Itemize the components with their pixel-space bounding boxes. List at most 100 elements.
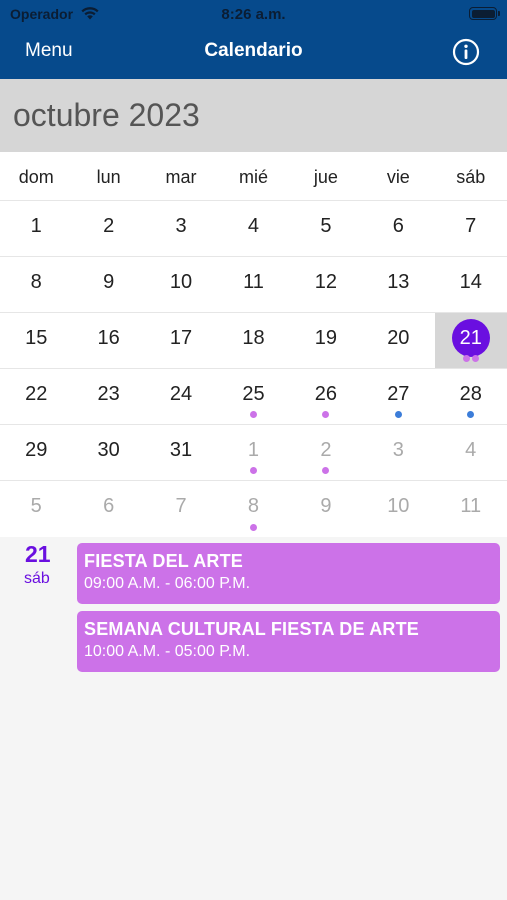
- day-number: 25: [242, 383, 265, 405]
- event-card[interactable]: FIESTA DEL ARTE 09:00 A.M. - 06:00 P.M.: [77, 543, 500, 604]
- calendar-day[interactable]: 4: [435, 425, 507, 480]
- calendar-day[interactable]: 23: [72, 369, 144, 424]
- calendar-day[interactable]: 8: [0, 257, 72, 312]
- event-dot: [249, 524, 257, 531]
- event-indicator-dots: [290, 411, 362, 419]
- calendar-day[interactable]: 16: [72, 313, 144, 368]
- calendar-day-selected[interactable]: 21: [434, 313, 507, 368]
- day-number: 9: [103, 271, 115, 293]
- calendar-day[interactable]: 5: [0, 481, 72, 537]
- calendar-week-row: 5 6 7 8 9 10 11: [0, 481, 507, 537]
- day-number: 29: [25, 439, 48, 461]
- selected-day-number: 21: [25, 541, 51, 567]
- month-title: octubre 2023: [13, 97, 200, 133]
- calendar-day[interactable]: 3: [362, 425, 434, 480]
- weekday-label: vie: [386, 167, 410, 187]
- day-number: 6: [103, 495, 115, 517]
- calendar-day[interactable]: 9: [72, 257, 144, 312]
- event-dot: [322, 411, 330, 418]
- page-title: Calendario: [204, 40, 303, 61]
- day-number: 4: [465, 439, 477, 461]
- day-number: 26: [314, 383, 338, 405]
- calendar-day[interactable]: 5: [290, 201, 362, 256]
- battery-icon: [469, 7, 500, 20]
- day-number: 21: [451, 319, 490, 357]
- calendar-day[interactable]: 3: [145, 201, 217, 256]
- calendar-day[interactable]: 6: [72, 481, 144, 537]
- calendar-week-row: 22 23 24 25 26 27 28: [0, 369, 507, 425]
- calendar-day[interactable]: 10: [145, 257, 217, 312]
- day-number: 18: [242, 327, 265, 349]
- day-number: 28: [459, 383, 482, 405]
- day-number: 31: [169, 439, 193, 461]
- calendar-day[interactable]: 9: [290, 481, 362, 537]
- day-number: 2: [103, 215, 115, 237]
- calendar-day[interactable]: 14: [435, 257, 507, 312]
- day-number: 13: [387, 271, 410, 293]
- event-card[interactable]: SEMANA CULTURAL FIESTA DE ARTE 10:00 A.M…: [77, 611, 500, 672]
- event-indicator-dots: [435, 411, 507, 419]
- day-number: 3: [392, 439, 404, 461]
- calendar-day[interactable]: 19: [290, 313, 362, 368]
- day-number: 5: [30, 495, 42, 517]
- day-number: 20: [387, 327, 410, 349]
- calendar-week-row: 1 2 3 4 5 6 7: [0, 201, 507, 257]
- day-number: 8: [30, 271, 42, 293]
- event-indicator-dots: [435, 355, 507, 363]
- calendar-day[interactable]: 13: [362, 257, 434, 312]
- calendar-day[interactable]: 20: [362, 313, 434, 368]
- day-number: 4: [247, 215, 260, 237]
- weekday-label: mié: [238, 167, 268, 187]
- day-number: 9: [320, 495, 332, 517]
- weekday-label: lun: [96, 167, 121, 187]
- day-number: 10: [169, 271, 193, 293]
- event-indicator-dots: [217, 411, 289, 419]
- event-title: FIESTA DEL ARTE: [84, 551, 244, 571]
- calendar-day[interactable]: 30: [72, 425, 144, 480]
- calendar-day[interactable]: 12: [290, 257, 362, 312]
- calendar-day[interactable]: 8: [217, 481, 289, 537]
- calendar-day[interactable]: 31: [145, 425, 217, 480]
- event-indicator-dots: [290, 467, 362, 475]
- calendar-day[interactable]: 28: [435, 369, 507, 424]
- day-number: 19: [314, 327, 338, 349]
- calendar-day[interactable]: 24: [145, 369, 217, 424]
- calendar-day[interactable]: 1: [0, 201, 72, 256]
- calendar-day[interactable]: 10: [362, 481, 434, 537]
- calendar-day[interactable]: 22: [0, 369, 72, 424]
- calendar-day[interactable]: 7: [435, 201, 507, 256]
- calendar-day[interactable]: 1: [217, 425, 289, 480]
- day-number: 6: [392, 215, 404, 237]
- calendar-day[interactable]: 2: [72, 201, 144, 256]
- calendar-day[interactable]: 4: [217, 201, 289, 256]
- day-number: 24: [169, 383, 193, 405]
- info-icon[interactable]: [452, 38, 480, 66]
- event-dot: [322, 467, 330, 474]
- calendar-day[interactable]: 29: [0, 425, 72, 480]
- events-panel: 21 sáb FIESTA DEL ARTE 09:00 A.M. - 06:0…: [0, 537, 507, 900]
- app-header: Operador 8:26 a.m. Menu Calendario: [0, 0, 507, 79]
- calendar-day[interactable]: 27: [362, 369, 434, 424]
- event-indicator-dots: [217, 524, 289, 532]
- calendar-day[interactable]: 18: [217, 313, 289, 368]
- calendar-day[interactable]: 11: [217, 257, 289, 312]
- event-indicator-dots: [217, 467, 289, 475]
- selected-day-weekday: sáb: [24, 570, 50, 587]
- calendar-day[interactable]: 6: [362, 201, 434, 256]
- calendar-day[interactable]: 11: [435, 481, 507, 537]
- day-number: 8: [247, 495, 260, 517]
- day-number: 16: [97, 327, 120, 349]
- calendar-day[interactable]: 2: [290, 425, 362, 480]
- day-number: 5: [320, 215, 332, 237]
- calendar-day[interactable]: 15: [0, 313, 72, 368]
- calendar-day[interactable]: 7: [145, 481, 217, 537]
- event-hours: 09:00 A.M. - 06:00 P.M.: [84, 575, 251, 592]
- calendar-week-row: 8 9 10 11 12 13 14: [0, 257, 507, 313]
- calendar-day[interactable]: 17: [145, 313, 217, 368]
- calendar-day[interactable]: 25: [217, 369, 289, 424]
- calendar-day[interactable]: 26: [290, 369, 362, 424]
- event-hours: 10:00 A.M. - 05:00 P.M.: [84, 643, 251, 660]
- day-number: 7: [175, 495, 187, 517]
- event-title: SEMANA CULTURAL FIESTA DE ARTE: [84, 619, 419, 639]
- day-number: 12: [314, 271, 338, 293]
